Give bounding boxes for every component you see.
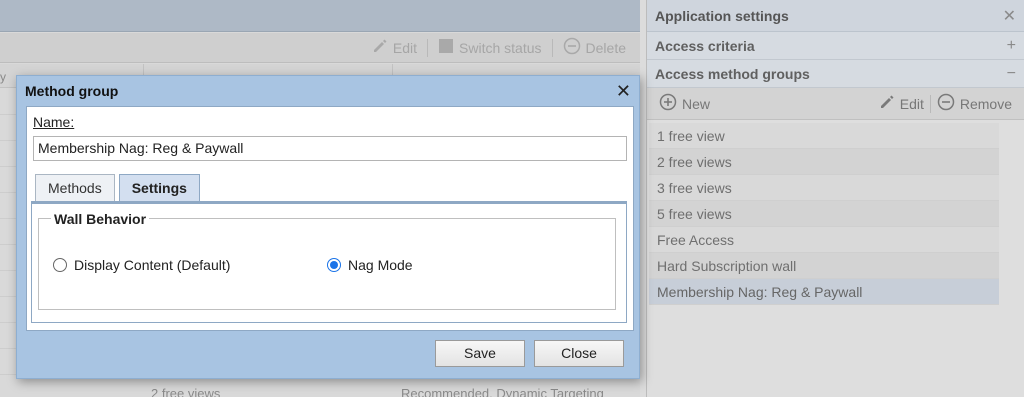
wall-behavior-legend: Wall Behavior <box>51 211 150 227</box>
radio-label: Display Content (Default) <box>74 257 231 273</box>
bg-switch-status-button: Switch status <box>432 38 547 57</box>
dialog-tabs: Methods Settings <box>35 174 200 201</box>
wall-behavior-fieldset: Wall Behavior Display Content (Default) … <box>38 211 616 310</box>
list-item[interactable]: 3 free views <box>649 175 999 201</box>
bg-cell-text: 2 free views <box>151 386 221 397</box>
minus-circle-icon <box>563 37 581 58</box>
list-item[interactable]: Free Access <box>649 227 999 253</box>
toolbar-divider <box>427 38 429 57</box>
pencil-icon <box>879 94 895 113</box>
application-settings-panel: Application settings ✕ Access criteria +… <box>646 0 1024 397</box>
background-toolbar: Edit Switch status Delete <box>0 33 640 63</box>
bg-cell-text: Recommended, Dynamic Targeting <box>401 386 604 397</box>
dialog-body: Name: Membership Nag: Reg & Paywall Meth… <box>26 106 634 331</box>
radio-label: Nag Mode <box>348 257 413 273</box>
section-title: Access method groups <box>655 65 810 82</box>
dialog-header: Method group ✕ <box>17 76 639 106</box>
display-content-radio[interactable] <box>53 258 67 272</box>
square-icon <box>438 38 454 57</box>
dialog-title: Method group <box>25 83 119 99</box>
bg-delete-button: Delete <box>557 37 632 58</box>
display-content-option[interactable]: Display Content (Default) <box>53 257 230 273</box>
list-item[interactable]: Hard Subscription wall <box>649 253 999 279</box>
name-label: Name: <box>33 114 75 130</box>
access-method-groups-section[interactable]: Access method groups − <box>647 60 1024 88</box>
panel-title: Application settings <box>655 7 789 24</box>
list-item[interactable]: 1 free view <box>649 123 999 149</box>
plus-circle-icon <box>659 93 677 114</box>
close-icon[interactable]: ✕ <box>1003 6 1016 26</box>
minus-icon[interactable]: − <box>1007 65 1016 83</box>
nag-mode-option[interactable]: Nag Mode <box>327 257 413 273</box>
plus-icon[interactable]: + <box>1007 37 1016 55</box>
settings-tab-panel: Wall Behavior Display Content (Default) … <box>31 201 627 323</box>
dialog-footer: Save Close <box>17 340 639 370</box>
save-button[interactable]: Save <box>435 340 525 367</box>
tab-settings[interactable]: Settings <box>118 174 200 201</box>
background-titlebar <box>0 0 640 32</box>
tab-methods[interactable]: Methods <box>35 174 115 201</box>
nag-mode-radio[interactable] <box>327 258 341 272</box>
close-icon[interactable]: ✕ <box>616 82 631 100</box>
access-criteria-section[interactable]: Access criteria + <box>647 32 1024 60</box>
name-input[interactable]: Membership Nag: Reg & Paywall <box>33 136 627 161</box>
method-groups-toolbar: New Edit Remove <box>647 88 1024 120</box>
bg-edit-button: Edit <box>366 38 423 57</box>
remove-button[interactable]: Remove <box>931 93 1018 114</box>
method-group-dialog: Method group ✕ Name: Membership Nag: Reg… <box>16 75 640 379</box>
minus-circle-icon <box>937 93 955 114</box>
method-groups-list: 1 free view 2 free views 3 free views 5 … <box>649 123 999 305</box>
section-title: Access criteria <box>655 37 755 54</box>
application-settings-header: Application settings ✕ <box>647 0 1024 32</box>
pencil-icon <box>372 38 388 57</box>
list-item-selected[interactable]: Membership Nag: Reg & Paywall <box>649 279 999 305</box>
list-item[interactable]: 5 free views <box>649 201 999 227</box>
list-item[interactable]: 2 free views <box>649 149 999 175</box>
new-button[interactable]: New <box>653 93 716 114</box>
toolbar-divider <box>551 38 553 57</box>
close-button[interactable]: Close <box>534 340 624 367</box>
edit-button[interactable]: Edit <box>873 94 930 113</box>
